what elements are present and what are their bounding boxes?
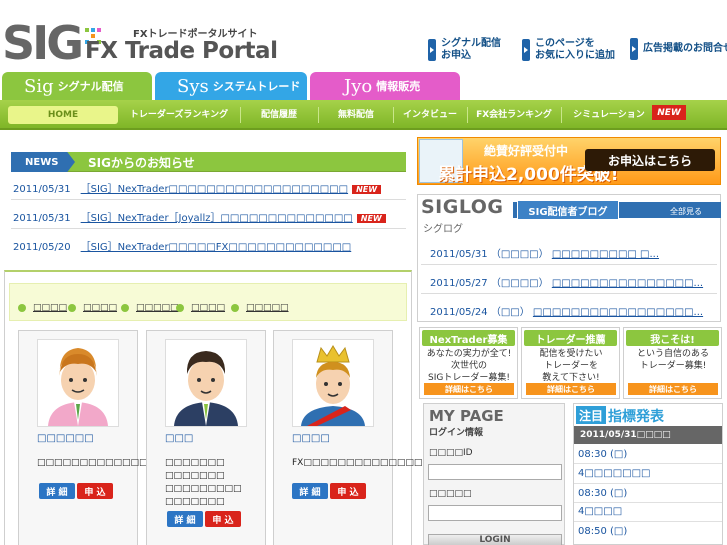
detail-button[interactable]: 詳 細 [167, 511, 203, 527]
trader-name[interactable]: □□□□ [292, 433, 330, 444]
promo-trader-recommend[interactable]: トレーダー推薦 配信を受けたい トレーダーを 教えて下さい! 詳細はこちら [521, 327, 620, 399]
header-link-signal-apply[interactable]: シグナル配信 お申込 [428, 38, 501, 62]
indicator-date: 2011/05/31□□□□ [574, 426, 722, 444]
arrow-right-icon [522, 39, 530, 61]
divider [574, 483, 722, 484]
arrow-right-icon [428, 39, 436, 61]
divider [574, 521, 722, 522]
password-input[interactable] [428, 505, 562, 521]
trader-name[interactable]: □□□□□□ [37, 433, 94, 444]
divider [11, 199, 406, 200]
nav-home[interactable]: HOME [8, 106, 118, 124]
nav-separator [561, 107, 562, 123]
blog-item[interactable]: 2011/05/31 （□□□□） □□□□□□□□□ □... [430, 245, 659, 260]
header-link-bookmark[interactable]: このページを お気に入りに追加 [522, 38, 615, 62]
nav-fx-ranking[interactable]: FX会社ランキング [471, 107, 557, 120]
indicator-row[interactable]: 4□□□□□□□ [578, 468, 651, 479]
siglog-view-all-link[interactable]: 全部見る [670, 206, 702, 217]
trader-avatar[interactable] [292, 339, 374, 427]
nav-separator [318, 107, 319, 123]
nav-separator [467, 107, 468, 123]
bullet-icon [18, 304, 26, 312]
indicator-title: 指標発表 [608, 409, 664, 425]
filter-bar [9, 283, 407, 321]
filter-item[interactable]: □□□□□ [231, 303, 289, 313]
banner-cta-button[interactable]: お申込はこちら [585, 149, 715, 171]
bullet-icon [121, 304, 129, 312]
filter-item[interactable]: □□□□ [176, 303, 225, 313]
news-item[interactable]: 2011/05/20 ［SIG］NexTrader□□□□□FX□□□□□□□□□… [13, 238, 351, 253]
promo-detail-button[interactable]: 詳細はこちら [424, 383, 514, 395]
indicator-tag: 注目 [576, 406, 606, 424]
main-nav: HOME トレーダーズランキング 配信履歴 無料配信 インタビュー FX会社ラン… [0, 100, 727, 130]
apply-button[interactable]: 申 込 [205, 511, 241, 527]
trader-avatar[interactable] [165, 339, 247, 427]
nav-trader-ranking[interactable]: トレーダーズランキング [124, 107, 234, 120]
new-badge: NEW [352, 184, 382, 194]
indicator-row[interactable]: 08:30 (□) [578, 449, 627, 460]
banner-headline: 絶賛好評受付中 [484, 144, 569, 158]
divider [421, 293, 717, 294]
arrow-right-icon [630, 38, 638, 60]
trader-desc: □□□□□□□ □□□□□□□ □□□□□□□□□ □□□□□□□ [165, 458, 242, 507]
siglog-title: SIGLOG [421, 196, 504, 218]
trader-name[interactable]: □□□ [165, 433, 193, 444]
promo-detail-button[interactable]: 詳細はこちら [526, 383, 616, 395]
divider [421, 264, 717, 265]
indicator-row[interactable]: 4□□□□ [578, 506, 622, 517]
bullet-icon [231, 304, 239, 312]
apply-button[interactable]: 申 込 [77, 483, 113, 499]
nav-history[interactable]: 配信履歴 [246, 107, 312, 120]
indicator-row[interactable]: 08:30 (□) [578, 488, 627, 499]
login-button[interactable]: LOGIN [428, 534, 562, 545]
divider [11, 228, 406, 229]
filter-item[interactable]: □□□□ [18, 303, 67, 313]
trader-card: □□□□ FX□□□□□□□□□□□□□□□□ 詳 細 申 込 [273, 330, 440, 545]
header-link-ad-inquiry[interactable]: 広告掲載のお問合せ [630, 38, 727, 60]
login-id-input[interactable] [428, 464, 562, 480]
blog-item[interactable]: 2011/05/24 （□□） □□□□□□□□□□□□□□□□□... [430, 303, 703, 318]
tab-system-trade[interactable]: Sys システムトレード [155, 72, 307, 100]
filter-item[interactable]: □□□□□ [121, 303, 179, 313]
filter-item[interactable]: □□□□ [68, 303, 117, 313]
news-item[interactable]: 2011/05/31 ［SIG］NexTrader□□□□□□□□□□□□□□□□… [13, 180, 382, 195]
bullet-icon [68, 304, 76, 312]
tab-signal[interactable]: Sig シグナル配信 [2, 72, 152, 100]
nav-interview[interactable]: インタビュー [397, 107, 463, 120]
siglog-subtitle: シグログ [423, 224, 463, 235]
new-badge: NEW [652, 105, 686, 120]
detail-button[interactable]: 詳 細 [292, 483, 328, 499]
blog-item[interactable]: 2011/05/27 （□□□□） □□□□□□□□□□□□□□□... [430, 274, 703, 289]
detail-button[interactable]: 詳 細 [39, 483, 75, 499]
bullet-icon [176, 304, 184, 312]
nav-separator [240, 107, 241, 123]
trader-card: □□□□□□ □□□□□□□□□□□□□□□□□□□□□□□□□ 詳 細 申 込 [18, 330, 250, 545]
login-id-label: □□□□ID [429, 448, 473, 458]
logo-title[interactable]: FX Trade Portal [85, 38, 278, 64]
divider [574, 502, 722, 503]
nav-simulation[interactable]: シミュレーション [566, 107, 652, 120]
news-title: SIGからのお知らせ [88, 156, 195, 170]
logo-sig[interactable]: SIG [2, 18, 84, 68]
trader-desc: FX□□□□□□□□□□□□□□□□ [292, 458, 440, 468]
nav-free-signal[interactable]: 無料配信 [324, 107, 388, 120]
mypage-title: MY PAGE [429, 407, 504, 425]
promo-recruit[interactable]: 我こそは! という自信のある トレーダー募集! 詳細はこちら [623, 327, 722, 399]
mypage-subtitle: ログイン情報 [429, 428, 484, 438]
new-badge: NEW [356, 213, 386, 223]
trader-desc: □□□□□□□□□□□□□□□□□□□□□□□□□ [37, 458, 250, 468]
news-tag: NEWS [11, 152, 75, 172]
trader-card: □□□ □□□□□□□ □□□□□□□ □□□□□□□□□ □□□□□□□ 詳 … [146, 330, 266, 545]
password-label: □□□□□ [429, 489, 472, 499]
trader-avatar[interactable] [37, 339, 119, 427]
indicator-row[interactable]: 08:50 (□) [578, 526, 627, 537]
siglog-tag: SIG配信者ブログ [517, 200, 619, 220]
promo-detail-button[interactable]: 詳細はこちら [628, 383, 718, 395]
nav-separator [393, 107, 394, 123]
apply-button[interactable]: 申 込 [330, 483, 366, 499]
promo-nextrader[interactable]: NexTrader募集 あなたの実力が全て! 次世代の SIGトレーダー募集! … [419, 327, 518, 399]
news-item[interactable]: 2011/05/31 ［SIG］NexTrader［Joyallz］□□□□□□□… [13, 209, 386, 224]
divider [574, 463, 722, 464]
tab-info-sales[interactable]: Jyo 情報販売 [310, 72, 460, 100]
